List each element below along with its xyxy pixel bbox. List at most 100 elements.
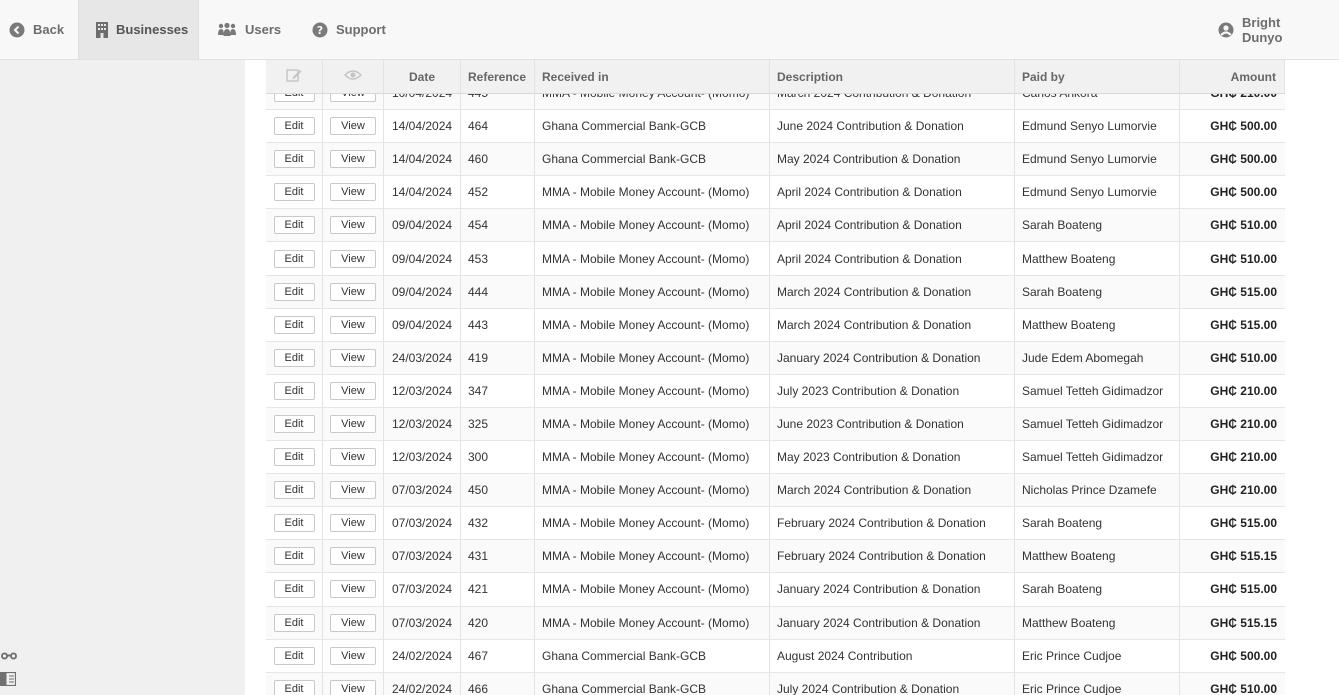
description-cell: February 2024 Contribution & Donation [770,540,1015,573]
date-column-header[interactable]: Date [384,60,461,93]
edit-button[interactable]: Edit [273,117,315,136]
date-cell: 09/04/2024 [384,209,461,242]
description-cell: August 2024 Contribution [770,639,1015,672]
amount-column-header[interactable]: Amount [1180,60,1285,93]
user-menu[interactable]: Bright Dunyo [1210,0,1339,59]
edit-button[interactable]: Edit [273,646,315,665]
edit-cell: Edit [266,176,323,209]
view-button[interactable]: View [330,315,376,334]
date-cell: 24/02/2024 [384,639,461,672]
edit-cell: Edit [266,341,323,374]
received-in-cell: MMA - Mobile Money Account- (Momo) [535,573,770,606]
edit-button[interactable]: Edit [273,282,315,301]
view-button[interactable]: View [330,514,376,533]
book-icon[interactable] [0,671,18,687]
table-row: Edit View 09/04/2024 444 MMA - Mobile Money … [266,275,1285,309]
edit-button[interactable]: Edit [273,381,315,400]
edit-cell: Edit [266,374,323,407]
description-cell: May 2024 Contribution & Donation [770,143,1015,176]
edit-button[interactable]: Edit [273,216,315,235]
received-in-cell: MMA - Mobile Money Account- (Momo) [535,606,770,639]
view-cell: View [323,341,384,374]
nav-businesses[interactable]: Businesses [78,0,199,59]
paid-by-cell: Eric Prince Cudjoe [1015,639,1180,672]
date-cell: 14/04/2024 [384,176,461,209]
edit-button[interactable]: Edit [273,94,315,103]
view-button[interactable]: View [330,547,376,566]
edit-cell: Edit [266,474,323,507]
edit-button[interactable]: Edit [273,348,315,367]
date-cell: 12/03/2024 [384,374,461,407]
amount-cell: GH₵ 510.00 [1210,350,1277,365]
view-button[interactable]: View [330,348,376,367]
received-in-cell: MMA - Mobile Money Account- (Momo) [535,407,770,441]
support-label: Support [336,22,386,37]
reference-cell: 454 [461,209,535,242]
edit-button[interactable]: Edit [273,249,315,268]
description-cell: May 2023 Contribution & Donation [770,441,1015,474]
edit-button[interactable]: Edit [273,481,315,500]
view-button[interactable]: View [330,414,376,433]
amount-cell: GH₵ 500.00 [1210,119,1277,134]
edit-cell: Edit [266,242,323,275]
edit-cell: Edit [266,441,323,474]
paid-by-column-header[interactable]: Paid by [1015,60,1180,93]
description-cell: June 2023 Contribution & Donation [770,407,1015,441]
amount-cell: GH₵ 500.00 [1210,648,1277,663]
top-nav: Back Businesses Users ? Support Bright D… [0,0,1339,60]
edit-button[interactable]: Edit [273,580,315,599]
view-button[interactable]: View [330,646,376,665]
view-button[interactable]: View [330,381,376,400]
amount-cell: GH₵ 210.00 [1210,383,1277,398]
description-cell: July 2024 Contribution & Donation [770,672,1015,695]
table-row: Edit View 10/04/2024445MMA - Mobile Money … [266,94,1285,111]
description-column-header[interactable]: Description [770,60,1015,93]
received-in-column-header[interactable]: Received in [535,60,770,93]
edit-button[interactable]: Edit [273,150,315,169]
table-row: Edit View 09/04/2024 453 MMA - Mobile Money … [266,242,1285,276]
glasses-icon[interactable] [0,650,18,664]
nav-users[interactable]: Users [199,0,296,59]
edit-button[interactable]: Edit [273,414,315,433]
view-button[interactable]: View [330,216,376,235]
edit-button[interactable]: Edit [273,679,315,695]
description-cell: July 2023 Contribution & Donation [770,374,1015,407]
edit-cell: Edit [266,407,323,441]
view-button[interactable]: View [330,679,376,695]
table-row: Edit View 14/04/2024 464 Ghana Commercial Ba… [266,110,1285,144]
view-button[interactable]: View [330,481,376,500]
date-cell: 10/04/2024 [384,94,461,110]
reference-column-header[interactable]: Reference [461,60,535,93]
view-button[interactable]: View [330,183,376,202]
view-button[interactable]: View [330,282,376,301]
edit-button[interactable]: Edit [273,315,315,334]
edit-button[interactable]: Edit [273,547,315,566]
amount-cell: GH₵ 510.00 [1210,681,1277,695]
edit-button[interactable]: Edit [273,613,315,632]
received-in-cell: MMA - Mobile Money Account- (Momo) [535,540,770,573]
view-cell: View [323,573,384,606]
view-button[interactable]: View [330,613,376,632]
view-button[interactable]: View [330,448,376,467]
edit-button[interactable]: Edit [273,448,315,467]
amount-cell: GH₵ 515.00 [1210,317,1277,332]
view-cell: View [323,94,384,110]
back-button[interactable]: Back [0,0,78,59]
view-button[interactable]: View [330,580,376,599]
edit-cell: Edit [266,308,323,341]
received-in-cell: MMA - Mobile Money Account- (Momo) [535,275,770,308]
table-body[interactable]: EditView10/04/2024445MMA - Mobile Money … [266,94,1285,695]
view-button[interactable]: View [330,150,376,169]
view-button[interactable]: View [330,117,376,136]
edit-button[interactable]: Edit [273,183,315,202]
description-cell: March 2024 Contribution & Donation [770,94,1015,110]
view-button[interactable]: View [330,94,376,103]
amount-cell: GH₵ 515.15 [1210,549,1277,564]
view-cell: View [323,639,384,672]
reference-cell: 443 [461,308,535,341]
view-cell: View [323,672,384,695]
edit-button[interactable]: Edit [273,514,315,533]
nav-support[interactable]: ? Support [296,0,406,59]
paid-by-cell: Samuel Tetteh Gidimadzor [1015,407,1180,441]
view-button[interactable]: View [330,249,376,268]
